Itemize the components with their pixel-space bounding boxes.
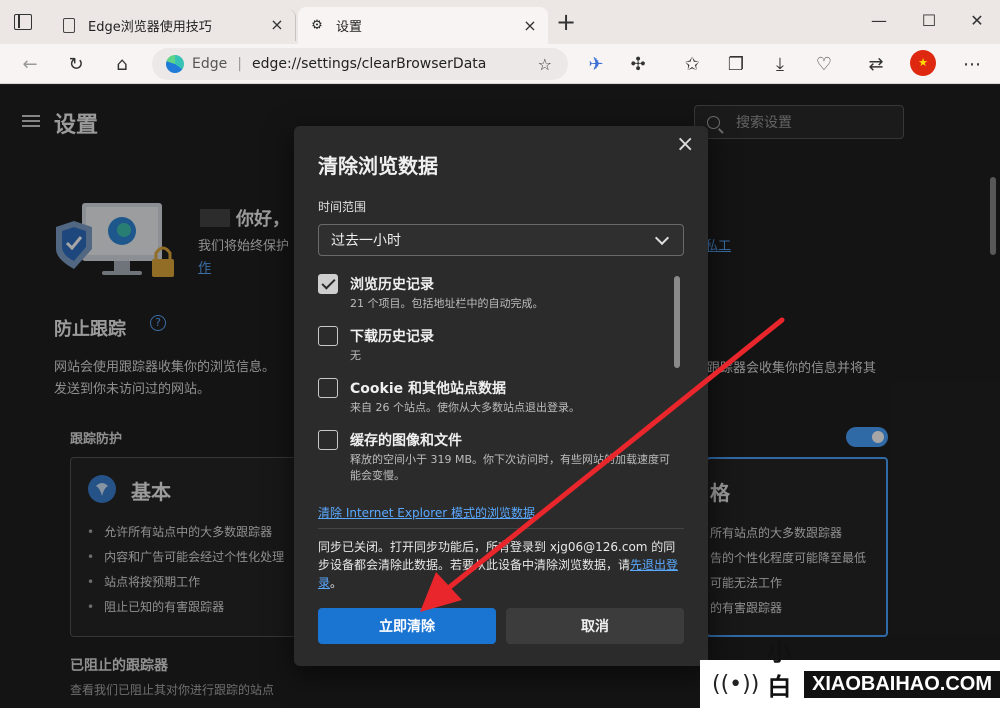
time-range-label: 时间范围	[318, 200, 367, 214]
time-range-select[interactable]: 过去一小时	[318, 224, 684, 256]
address-bar[interactable]: Edge | edge://settings/clearBrowserData …	[152, 48, 568, 80]
checkbox[interactable]	[318, 430, 338, 450]
option-description: 释放的空间小于 319 MB。你下次访问时，有些网站的加载速度可能会变慢。	[350, 453, 671, 482]
dialog-scrollbar[interactable]	[674, 276, 680, 368]
option-title: Cookie 和其他站点数据	[350, 381, 506, 397]
sync-notice: 同步已关闭。打开同步功能后，所有登录到 xjg06@126.com 的同步设备都…	[318, 540, 679, 590]
brand-name-zh: 小白号	[767, 637, 792, 708]
checkbox[interactable]	[318, 378, 338, 398]
more-menu-icon[interactable]: ⋯	[960, 52, 984, 76]
tab-settings[interactable]: ⚙ 设置 ×	[298, 7, 548, 44]
dialog-title: 清除浏览数据	[318, 154, 438, 178]
clear-browsing-data-dialog: × 清除浏览数据 时间范围 过去一小时 浏览历史记录 21 个项目。包括地址栏中…	[294, 126, 708, 666]
downloads-icon[interactable]: ⤓	[768, 52, 792, 76]
collections-icon[interactable]: ❐	[724, 52, 748, 76]
clear-now-button[interactable]: 立即清除	[318, 608, 496, 644]
checkbox-checked[interactable]	[318, 274, 338, 294]
tab-actions-icon[interactable]	[10, 11, 36, 33]
browser-essentials-icon[interactable]: ♡	[812, 52, 836, 76]
option-description: 21 个项目。包括地址栏中的自动完成。	[350, 297, 544, 310]
option-description: 无	[350, 349, 361, 362]
cancel-button[interactable]: 取消	[506, 608, 684, 644]
back-icon[interactable]: ←	[18, 52, 42, 76]
tab-strip: Edge浏览器使用技巧 × ⚙ 设置 × + — ☐ ✕	[0, 0, 1000, 44]
option-description: 来自 26 个站点。使你从大多数站点退出登录。	[350, 401, 580, 414]
checkbox[interactable]	[318, 326, 338, 346]
close-icon[interactable]: ×	[676, 134, 694, 156]
favorites-icon[interactable]: ✩	[680, 52, 704, 76]
sync-icon[interactable]: ⇄	[864, 52, 888, 76]
address-site: Edge	[192, 56, 228, 72]
address-url: edge://settings/clearBrowserData	[251, 56, 487, 72]
broadcast-icon: ((•))	[712, 671, 760, 697]
close-tab-icon[interactable]: ×	[269, 17, 285, 33]
clear-ie-data-link[interactable]: 清除 Internet Explorer 模式的浏览数据	[318, 504, 535, 521]
home-icon[interactable]: ⌂	[110, 52, 134, 76]
window-close-icon[interactable]: ✕	[966, 10, 988, 32]
tab-edge-tips[interactable]: Edge浏览器使用技巧 ×	[50, 9, 296, 41]
extension-bird-icon[interactable]: ✈	[584, 52, 608, 76]
watermark-brand: ((•)) 小白号 XIAOBAIHAO.COM	[700, 638, 1000, 708]
tab-label: Edge浏览器使用技巧	[88, 19, 212, 35]
document-icon	[60, 16, 78, 34]
option-title: 缓存的图像和文件	[350, 433, 462, 449]
gear-icon: ⚙	[311, 18, 323, 33]
browser-toolbar: ← ↻ ⌂ Edge | edge://settings/clearBrowse…	[0, 44, 1000, 84]
divider	[318, 528, 684, 529]
new-tab-button[interactable]: +	[555, 10, 577, 34]
data-type-list: 浏览历史记录 21 个项目。包括地址栏中的自动完成。 下载历史记录 无 Cook…	[318, 272, 678, 492]
option-title: 下载历史记录	[350, 329, 434, 345]
brand-name-en: XIAOBAIHAO.COM	[804, 670, 1000, 698]
edge-logo-icon	[166, 55, 184, 73]
close-tab-icon[interactable]: ×	[522, 17, 538, 34]
tab-label: 设置	[336, 20, 363, 35]
option-title: 浏览历史记录	[350, 277, 434, 293]
refresh-icon[interactable]: ↻	[64, 52, 88, 76]
maximize-icon[interactable]: ☐	[918, 10, 940, 32]
time-range-value: 过去一小时	[331, 233, 401, 249]
address-separator: |	[237, 56, 242, 72]
extensions-puzzle-icon[interactable]: ✣	[626, 52, 650, 76]
favorite-star-icon[interactable]: ☆	[538, 55, 552, 74]
minimize-icon[interactable]: —	[868, 10, 890, 32]
profile-avatar[interactable]: ★	[910, 50, 936, 76]
chevron-down-icon	[654, 230, 670, 246]
